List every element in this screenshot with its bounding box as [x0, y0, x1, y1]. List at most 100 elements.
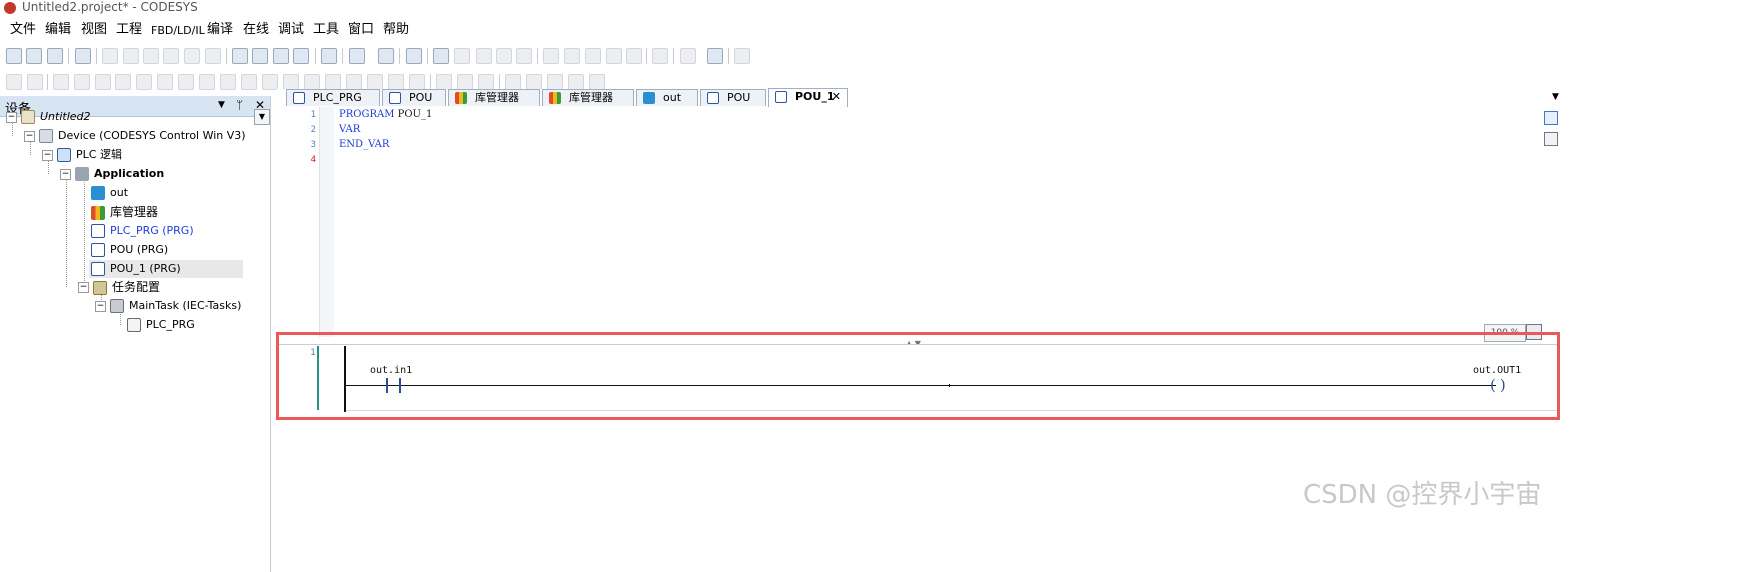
edge-detect-icon[interactable]	[457, 74, 473, 90]
tree-item-library-manager[interactable]: 库管理器	[91, 203, 158, 221]
step-out-icon[interactable]	[585, 48, 601, 64]
tree-item-main-task[interactable]: − MainTask (IEC-Tasks)	[95, 297, 241, 315]
pin-icon[interactable]: ᛘ	[236, 98, 243, 112]
insert-network-icon[interactable]	[6, 74, 22, 90]
tab-list-dropdown-icon[interactable]: ▼	[1552, 92, 1559, 102]
tree-item-project[interactable]: − Untitled2	[6, 108, 91, 126]
tree-item-pou[interactable]: POU (PRG)	[91, 241, 168, 259]
collapse-icon[interactable]: −	[78, 282, 89, 293]
set-next-statement-icon[interactable]	[626, 48, 642, 64]
menu-help[interactable]: 帮助	[383, 22, 409, 38]
collapse-icon[interactable]: −	[95, 300, 106, 312]
insert-input-icon[interactable]	[262, 74, 278, 90]
declaration-editor[interactable]	[276, 107, 1740, 337]
logout-icon[interactable]	[454, 48, 470, 64]
copy-icon[interactable]	[163, 48, 179, 64]
tabular-view-icon[interactable]	[1544, 132, 1558, 146]
print-icon[interactable]	[75, 48, 91, 64]
menu-online[interactable]: 在线	[243, 22, 269, 38]
replace-in-project-icon[interactable]	[293, 48, 309, 64]
close-branch-icon[interactable]	[526, 74, 542, 90]
tab-plc-prg[interactable]: PLC_PRG	[286, 89, 380, 106]
run-icon[interactable]	[476, 48, 492, 64]
login-icon[interactable]	[433, 48, 449, 64]
reset-icon[interactable]	[516, 48, 532, 64]
tree-item-task-config[interactable]: − 任务配置	[78, 278, 160, 296]
collapse-icon[interactable]: −	[42, 149, 53, 161]
new-file-icon[interactable]	[6, 48, 22, 64]
tab-pou[interactable]: POU	[382, 89, 446, 106]
menu-build[interactable]: 编译	[207, 22, 233, 38]
tab-out[interactable]: out	[636, 89, 698, 106]
set-branch-start-icon[interactable]	[568, 74, 584, 90]
insert-parallel-negated-icon[interactable]	[115, 74, 131, 90]
copy-window-icon[interactable]	[321, 48, 337, 64]
step-over-icon[interactable]	[543, 48, 559, 64]
set-branch-end-icon[interactable]	[589, 74, 605, 90]
menu-tools[interactable]: 工具	[313, 22, 339, 38]
cut-icon[interactable]	[143, 48, 159, 64]
stop-icon[interactable]	[496, 48, 512, 64]
delete-icon[interactable]	[205, 48, 221, 64]
tree-item-device[interactable]: − Device (CODESYS Control Win V3)	[24, 127, 246, 145]
insert-negated-contact-icon[interactable]	[74, 74, 90, 90]
tab-pou-2[interactable]: POU	[700, 89, 766, 106]
menu-debug[interactable]: 调试	[278, 22, 304, 38]
code-line[interactable]: VAR	[339, 124, 360, 135]
paste-icon[interactable]	[184, 48, 200, 64]
insert-contact-icon[interactable]	[53, 74, 69, 90]
tree-dropdown-icon[interactable]: ▼	[254, 109, 270, 125]
tree-item-plc-logic[interactable]: − PLC 逻辑	[42, 146, 122, 164]
insert-network-below-icon[interactable]	[27, 74, 43, 90]
replace-icon[interactable]	[252, 48, 268, 64]
insert-branch-icon[interactable]	[409, 74, 425, 90]
insert-set-coil-icon[interactable]	[178, 74, 194, 90]
menu-window[interactable]: 窗口	[348, 22, 374, 38]
find-in-project-icon[interactable]	[273, 48, 289, 64]
insert-assignment-icon[interactable]	[304, 74, 320, 90]
insert-label-icon[interactable]	[346, 74, 362, 90]
set-reset-icon[interactable]	[478, 74, 494, 90]
parallel-branch-icon[interactable]	[505, 74, 521, 90]
insert-coil-icon[interactable]	[157, 74, 173, 90]
find-icon[interactable]	[232, 48, 248, 64]
insert-return-icon[interactable]	[367, 74, 383, 90]
save-icon[interactable]	[47, 48, 63, 64]
force-values-icon[interactable]	[707, 48, 723, 64]
insert-parallel-contact-icon[interactable]	[95, 74, 111, 90]
menu-project[interactable]: 工程	[116, 22, 142, 38]
trace-icon[interactable]	[734, 48, 750, 64]
add-object-icon[interactable]	[349, 48, 365, 64]
export-icon[interactable]	[378, 48, 394, 64]
textual-view-icon[interactable]	[1544, 111, 1558, 125]
tree-item-program-call[interactable]: PLC_PRG	[127, 316, 195, 334]
open-file-icon[interactable]	[26, 48, 42, 64]
show-current-statement-icon[interactable]	[652, 48, 668, 64]
tab-pou-1[interactable]: POU_1 ✕	[768, 88, 848, 107]
tree-item-application[interactable]: − Application	[60, 165, 164, 183]
insert-jump-icon[interactable]	[325, 74, 341, 90]
negate-icon[interactable]	[436, 74, 452, 90]
step-into-icon[interactable]	[564, 48, 580, 64]
insert-output-icon[interactable]	[283, 74, 299, 90]
menu-edit[interactable]: 编辑	[45, 22, 71, 38]
collapse-icon[interactable]: −	[60, 168, 71, 180]
tab-library-manager-1[interactable]: 库管理器	[448, 89, 540, 106]
insert-box-en-icon[interactable]	[241, 74, 257, 90]
undo-icon[interactable]	[102, 48, 118, 64]
menu-view[interactable]: 视图	[81, 22, 107, 38]
tree-item-out[interactable]: out	[91, 184, 128, 202]
write-values-icon[interactable]	[680, 48, 696, 64]
menu-fbd-ld-il[interactable]: FBD/LD/IL	[151, 23, 205, 39]
run-to-cursor-icon[interactable]	[606, 48, 622, 64]
insert-contact-right-icon[interactable]	[136, 74, 152, 90]
collapse-icon[interactable]: −	[6, 111, 17, 123]
insert-parallel-branch-icon[interactable]	[547, 74, 563, 90]
insert-reset-coil-icon[interactable]	[199, 74, 215, 90]
redo-icon[interactable]	[123, 48, 139, 64]
code-line[interactable]: PROGRAM POU_1	[339, 109, 432, 120]
code-line[interactable]: END_VAR	[339, 139, 389, 150]
insert-input-box-icon[interactable]	[388, 74, 404, 90]
tab-library-manager-2[interactable]: 库管理器	[542, 89, 634, 106]
tree-item-pou-1[interactable]: POU_1 (PRG)	[89, 260, 243, 278]
